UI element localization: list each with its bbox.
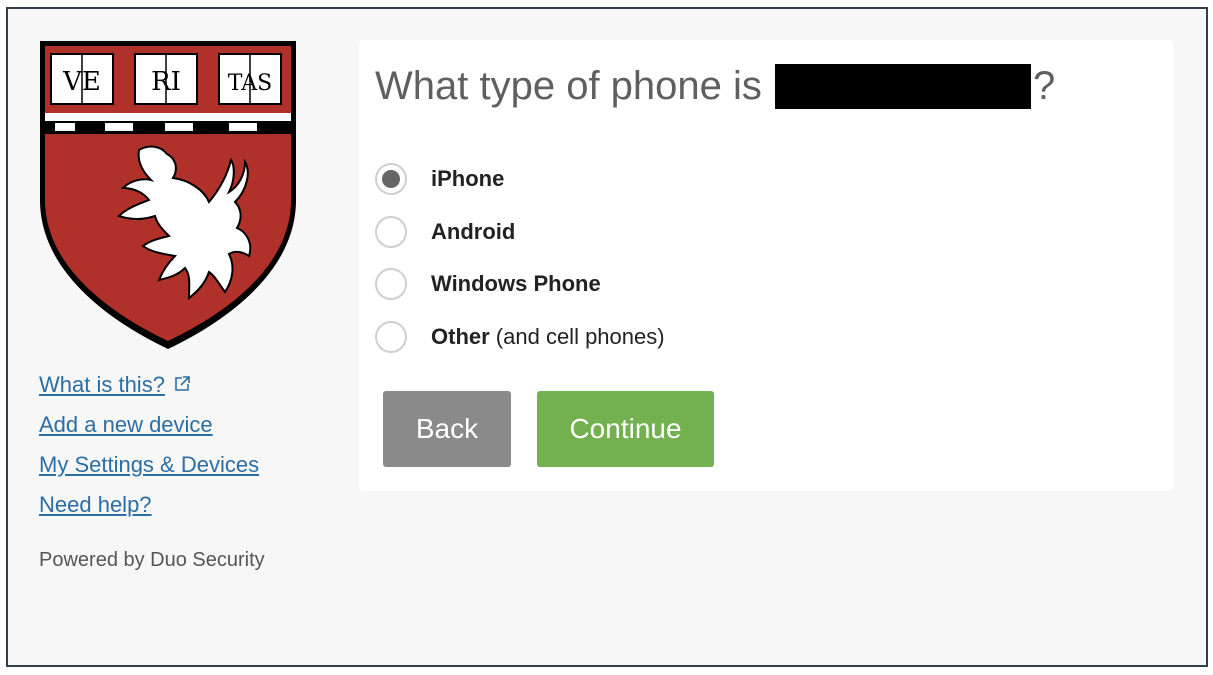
book-text-ri: RI	[151, 67, 181, 97]
phone-type-options: iPhone Android Windows Phone Other (and …	[375, 153, 665, 363]
redacted-phone-number	[775, 64, 1032, 109]
what-is-this-label: What is this?	[39, 372, 165, 397]
add-device-link[interactable]: Add a new device	[39, 405, 259, 445]
book-text-ve: VE	[62, 67, 101, 97]
powered-by-text: Powered by Duo Security	[39, 549, 265, 571]
harvard-shield-logo: VE RI TAS	[40, 41, 296, 349]
duo-frame: VE RI TAS What is this? Add a new device…	[6, 7, 1208, 667]
need-help-link[interactable]: Need help?	[39, 485, 259, 525]
external-link-icon	[175, 376, 190, 391]
question-heading: What type of phone is ?	[375, 62, 1055, 110]
option-other-label: Other	[431, 323, 490, 349]
option-iphone-label: iPhone	[431, 166, 505, 192]
radio-iphone[interactable]	[375, 163, 407, 196]
back-button[interactable]: Back	[383, 391, 511, 467]
option-windows-phone-label: Windows Phone	[431, 271, 601, 297]
question-prefix: What type of phone is	[375, 64, 774, 108]
radio-other[interactable]	[375, 320, 407, 353]
option-windows-phone[interactable]: Windows Phone	[375, 258, 665, 311]
settings-devices-link[interactable]: My Settings & Devices	[39, 445, 259, 485]
option-other-sublabel: (and cell phones)	[489, 323, 665, 349]
option-android-label: Android	[431, 218, 516, 244]
question-suffix: ?	[1033, 64, 1056, 108]
continue-button[interactable]: Continue	[537, 391, 714, 467]
radio-android[interactable]	[375, 215, 407, 248]
option-android[interactable]: Android	[375, 206, 665, 259]
what-is-this-link[interactable]: What is this?	[39, 365, 259, 405]
option-iphone[interactable]: iPhone	[375, 153, 665, 206]
side-links: What is this? Add a new device My Settin…	[39, 365, 259, 525]
option-other[interactable]: Other (and cell phones)	[375, 311, 665, 364]
book-text-tas: TAS	[228, 71, 272, 96]
radio-windows-phone[interactable]	[375, 268, 407, 301]
phone-type-panel: What type of phone is ? iPhone Android W…	[359, 40, 1174, 491]
